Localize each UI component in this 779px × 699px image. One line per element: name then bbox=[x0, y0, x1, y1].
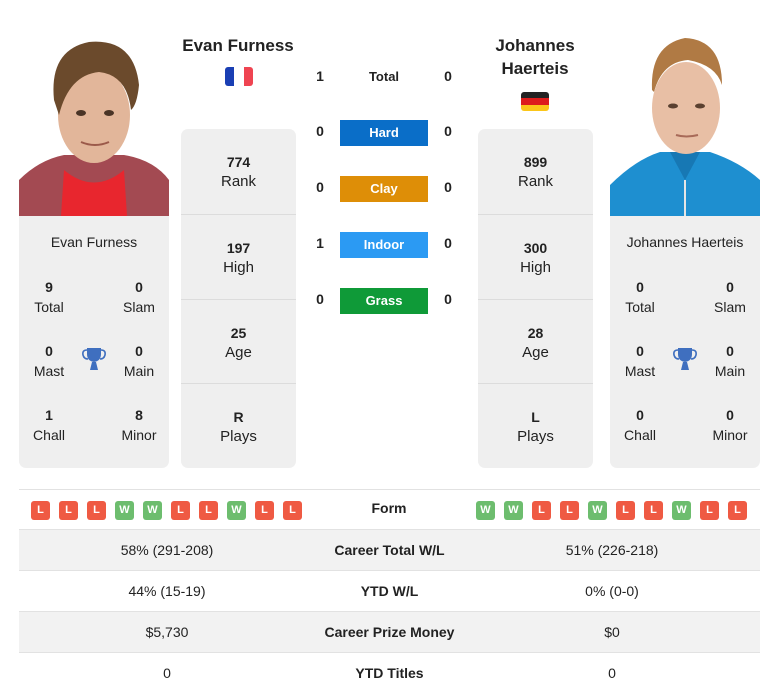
ytd-titles-label: YTD Titles bbox=[355, 665, 424, 681]
player2-titles-mast: 0 Mast bbox=[624, 343, 656, 379]
player1-form-badge-win[interactable]: W bbox=[227, 501, 246, 520]
player2-titles-minor: 0 Minor bbox=[712, 407, 748, 443]
player1-name-heading[interactable]: Evan Furness bbox=[178, 34, 298, 57]
h2h-clay-p1: 0 bbox=[316, 179, 324, 195]
player2-titles-main: 0 Main bbox=[714, 343, 746, 379]
form-label: Form bbox=[371, 500, 407, 516]
player1-high: 197 High bbox=[181, 214, 296, 299]
player2-form-badge-loss[interactable]: L bbox=[700, 501, 719, 520]
player1-titles-mast: 0 Mast bbox=[33, 343, 65, 379]
player2-photo bbox=[610, 30, 760, 216]
player2-titles-total: 0 Total bbox=[625, 279, 655, 315]
player2-form-badge-win[interactable]: W bbox=[672, 501, 691, 520]
player2-high: 300 High bbox=[478, 214, 593, 299]
player1-titles-slam: 0 Slam bbox=[123, 279, 155, 315]
player2-form-badge-win[interactable]: W bbox=[588, 501, 607, 520]
player2-rank: 899 Rank bbox=[517, 154, 554, 190]
player1-form-badge-loss[interactable]: L bbox=[255, 501, 274, 520]
player2-last-name: Haerteis bbox=[501, 59, 569, 78]
prize-money-label: Career Prize Money bbox=[324, 624, 455, 640]
player1-rank: 774 Rank bbox=[220, 154, 257, 190]
player1-stats-card: 774 Rank 197 High 25 Age R Plays bbox=[181, 129, 296, 468]
player1-titles-total: 9 Total bbox=[34, 279, 64, 315]
player1-age: 25 Age bbox=[181, 299, 296, 384]
player2-ytd-titles: 0 bbox=[608, 665, 616, 681]
table-row-prize-money: $5,730 Career Prize Money $0 bbox=[19, 612, 760, 653]
player2-form-badge-loss[interactable]: L bbox=[728, 501, 747, 520]
player2-age: 28 Age bbox=[478, 299, 593, 384]
player2-form-badge-loss[interactable]: L bbox=[532, 501, 551, 520]
player1-plays: R Plays bbox=[181, 383, 296, 468]
player1-form-badge-loss[interactable]: L bbox=[31, 501, 50, 520]
player1-titles-minor: 8 Minor bbox=[121, 407, 157, 443]
player2-prize-money: $0 bbox=[604, 624, 620, 640]
h2h-indoor-p2: 0 bbox=[444, 235, 452, 251]
surface-clay-badge[interactable]: Clay bbox=[340, 176, 428, 202]
player1-form-badge-loss[interactable]: L bbox=[171, 501, 190, 520]
player1-titles-main: 0 Main bbox=[123, 343, 155, 379]
ytd-wl-label: YTD W/L bbox=[360, 583, 419, 599]
player2-titles-slam: 0 Slam bbox=[714, 279, 746, 315]
player2-card-name: Johannes Haerteis bbox=[626, 234, 744, 250]
table-row-career-wl: 58% (291-208) Career Total W/L 51% (226-… bbox=[19, 530, 760, 571]
player1-form-badge-loss[interactable]: L bbox=[59, 501, 78, 520]
surface-grass-badge[interactable]: Grass bbox=[340, 288, 428, 314]
player2-form-badge-win[interactable]: W bbox=[476, 501, 495, 520]
career-wl-label: Career Total W/L bbox=[334, 542, 445, 558]
h2h-hard-p2: 0 bbox=[444, 123, 452, 139]
player2-form-badge-loss[interactable]: L bbox=[560, 501, 579, 520]
player2-form-badge-loss[interactable]: L bbox=[616, 501, 635, 520]
france-flag-icon bbox=[225, 67, 253, 86]
h2h-total-p1: 1 bbox=[316, 68, 324, 84]
h2h-grass-p2: 0 bbox=[444, 291, 452, 307]
surface-hard-badge[interactable]: Hard bbox=[340, 120, 428, 146]
surface-indoor-badge[interactable]: Indoor bbox=[340, 232, 428, 258]
h2h-total-label: Total bbox=[368, 69, 400, 84]
player2-first-name: Johannes bbox=[495, 36, 575, 55]
player1-form-badge-loss[interactable]: L bbox=[199, 501, 218, 520]
player1-ytd-titles: 0 bbox=[163, 665, 171, 681]
player1-photo bbox=[19, 30, 169, 216]
player1-form-badge-loss[interactable]: L bbox=[283, 501, 302, 520]
table-row-ytd-titles: 0 YTD Titles 0 bbox=[19, 653, 760, 694]
h2h-row-total: 1 Total 0 bbox=[310, 65, 460, 91]
h2h-indoor-p1: 1 bbox=[316, 235, 324, 251]
form-row: LLLWWLLWLL Form WWLLWLLWLL bbox=[19, 489, 760, 530]
player2-career-wl: 51% (226-218) bbox=[565, 542, 659, 558]
player1-card-name: Evan Furness bbox=[50, 234, 138, 250]
h2h-row-hard: 0 Hard 0 bbox=[310, 120, 460, 146]
player2-ytd-wl: 0% (0-0) bbox=[585, 583, 639, 599]
player2-name-heading[interactable]: Johannes Haerteis bbox=[475, 34, 595, 80]
player2-titles-card: Johannes Haerteis 0 Total 0 Slam 0 Mast 0 Ma… bbox=[610, 216, 760, 468]
player1-form-badge-win[interactable]: W bbox=[115, 501, 134, 520]
germany-flag-icon bbox=[521, 92, 549, 111]
player1-ytd-wl: 44% (15-19) bbox=[128, 583, 206, 599]
h2h-row-clay: 0 Clay 0 bbox=[310, 176, 460, 202]
player1-form-badge-win[interactable]: W bbox=[143, 501, 162, 520]
player1-form-badge-loss[interactable]: L bbox=[87, 501, 106, 520]
player2-titles-chall: 0 Chall bbox=[624, 407, 656, 443]
h2h-hard-p1: 0 bbox=[316, 123, 324, 139]
player2-form-badge-loss[interactable]: L bbox=[644, 501, 663, 520]
player1-prize-money: $5,730 bbox=[145, 624, 189, 640]
h2h-row-indoor: 1 Indoor 0 bbox=[310, 232, 460, 258]
h2h-row-grass: 0 Grass 0 bbox=[310, 288, 460, 314]
player2-plays: L Plays bbox=[478, 383, 593, 468]
player2-form-badge-win[interactable]: W bbox=[504, 501, 523, 520]
h2h-grass-p1: 0 bbox=[316, 291, 324, 307]
h2h-total-p2: 0 bbox=[444, 68, 452, 84]
table-row-ytd-wl: 44% (15-19) YTD W/L 0% (0-0) bbox=[19, 571, 760, 612]
player1-titles-chall: 1 Chall bbox=[33, 407, 65, 443]
player1-career-wl: 58% (291-208) bbox=[120, 542, 214, 558]
h2h-clay-p2: 0 bbox=[444, 179, 452, 195]
player2-stats-card: 899 Rank 300 High 28 Age L Plays bbox=[478, 129, 593, 468]
player1-titles-card: Evan Furness 9 Total 0 Slam 0 Mast 0 Main 1C… bbox=[19, 216, 169, 468]
